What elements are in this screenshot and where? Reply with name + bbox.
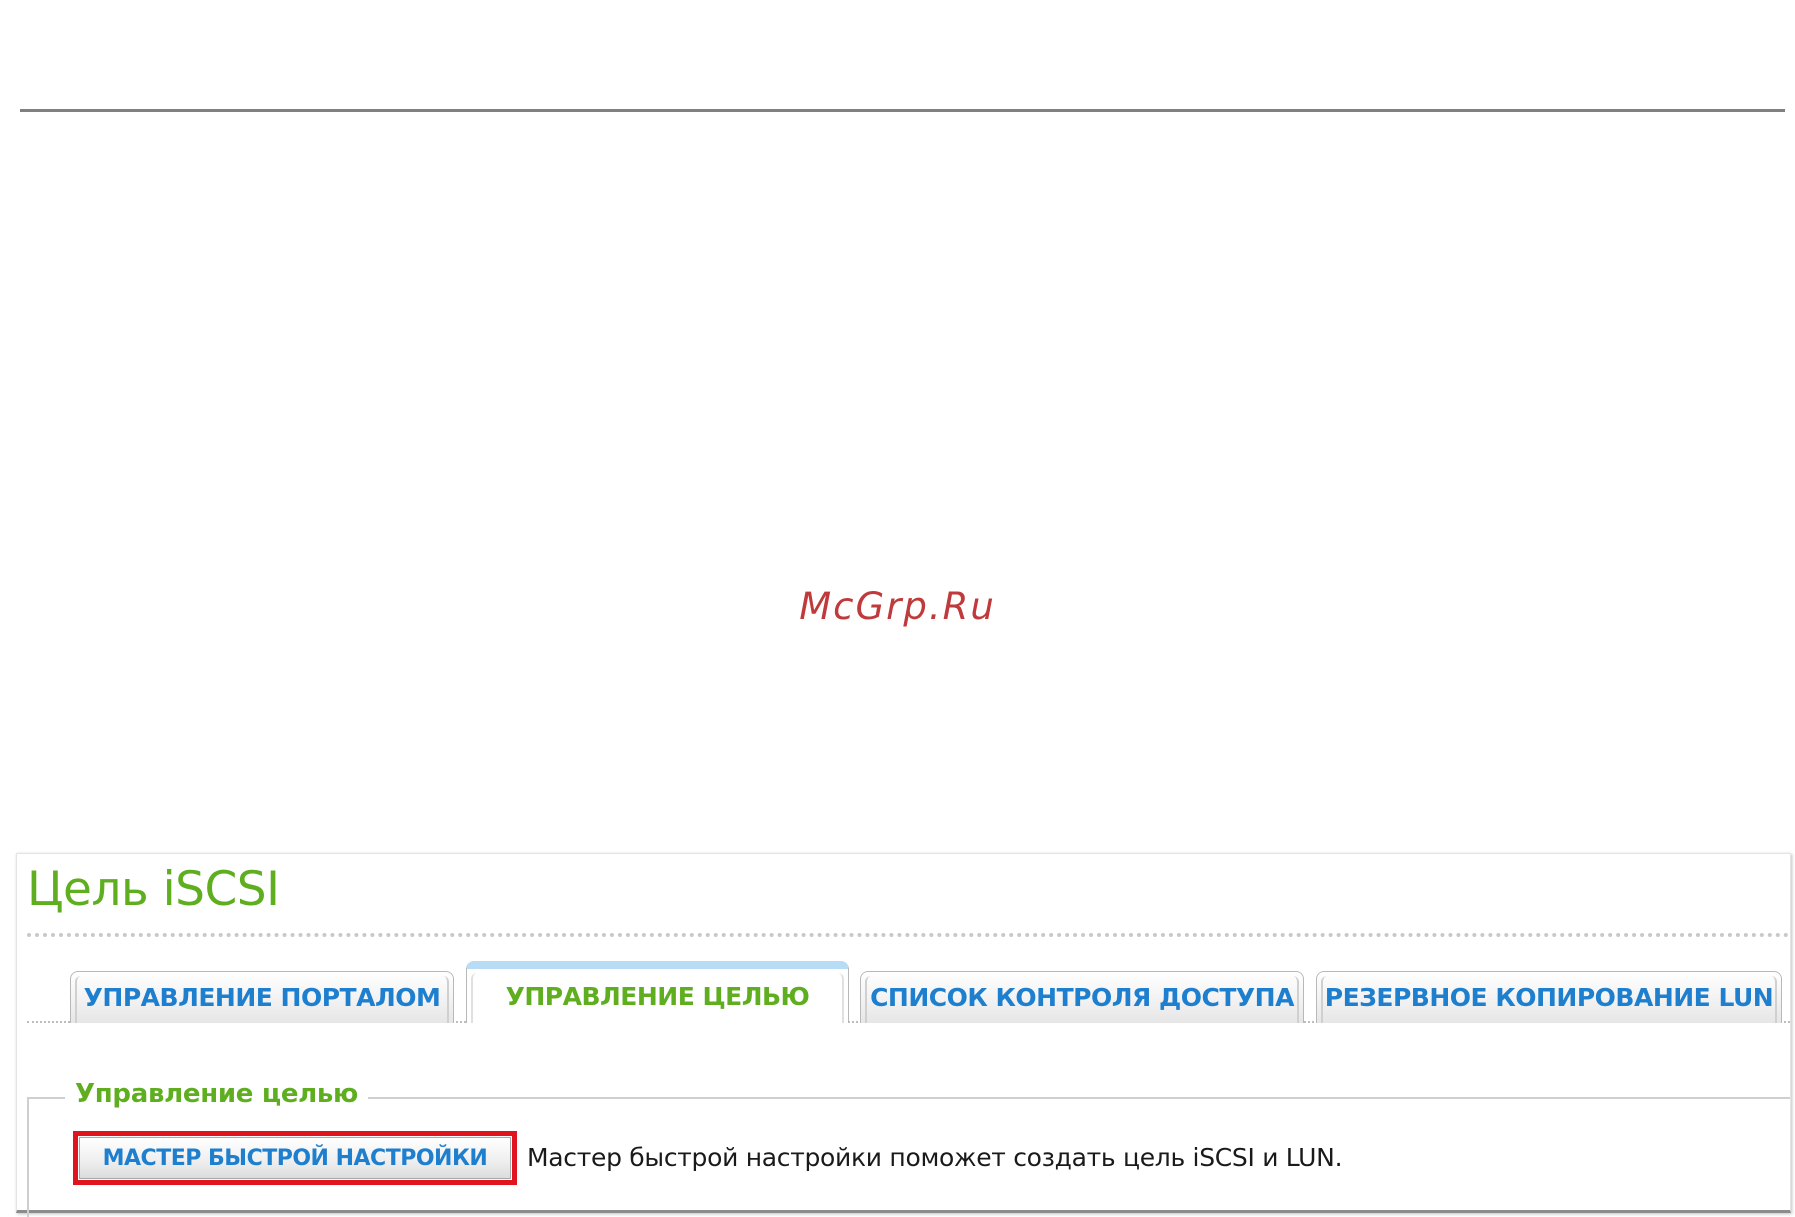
tab-portal-management[interactable]: УПРАВЛЕНИЕ ПОРТАЛОМ [70,971,454,1023]
wizard-button-label: МАСТЕР БЫСТРОЙ НАСТРОЙКИ [102,1145,488,1171]
quick-setup-wizard-button[interactable]: МАСТЕР БЫСТРОЙ НАСТРОЙКИ [79,1137,511,1179]
section-legend: Управление целью [65,1079,369,1109]
tab-lun-backup[interactable]: РЕЗЕРВНОЕ КОПИРОВАНИЕ LUN [1316,971,1782,1023]
tab-access-control-list[interactable]: СПИСОК КОНТРОЛЯ ДОСТУПА [860,971,1304,1023]
tab-label: СПИСОК КОНТРОЛЯ ДОСТУПА [870,983,1294,1012]
tab-label: РЕЗЕРВНОЕ КОПИРОВАНИЕ LUN [1324,983,1774,1012]
target-management-section: Управление целью МАСТЕР БЫСТРОЙ НАСТРОЙК… [27,1079,1790,1217]
watermark-text: McGrp.Ru [799,585,996,628]
tab-target-management[interactable]: УПРАВЛЕНИЕ ЦЕЛЬЮ [466,961,849,1023]
header-divider [20,109,1785,112]
title-divider [27,933,1790,937]
page-title: Цель iSCSI [27,862,280,917]
tab-label: УПРАВЛЕНИЕ ЦЕЛЬЮ [505,981,810,1011]
tab-label: УПРАВЛЕНИЕ ПОРТАЛОМ [83,983,441,1012]
iscsi-target-panel: Цель iSCSI УПРАВЛЕНИЕ ПОРТАЛОМ УПРАВЛЕНИ… [16,853,1791,1217]
wizard-description: Мастер быстрой настройки поможет создать… [527,1143,1343,1172]
